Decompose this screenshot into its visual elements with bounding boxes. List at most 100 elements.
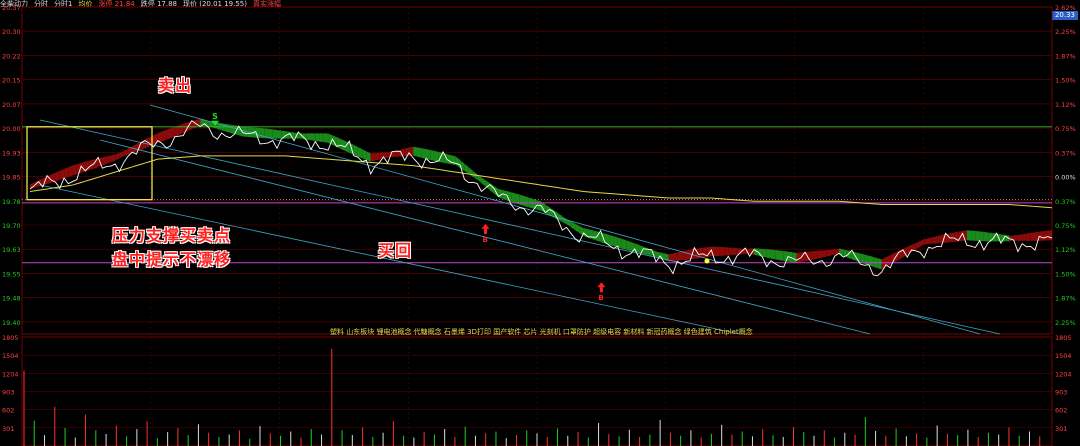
trend-ribbon-segment bbox=[1039, 231, 1044, 241]
trend-ribbon-segment bbox=[311, 133, 316, 141]
trend-ribbon-segment bbox=[434, 150, 439, 162]
trend-ribbon-segment bbox=[106, 155, 111, 164]
y-tick-left: 19.78 bbox=[2, 198, 21, 206]
trend-ribbon-segment bbox=[868, 255, 874, 267]
trend-ribbon-segment bbox=[592, 230, 597, 241]
trend-ribbon-segment bbox=[408, 146, 414, 156]
y-tick-left: 20.37 bbox=[2, 4, 21, 12]
trend-ribbon-segment bbox=[276, 130, 282, 139]
sell-annotation: 卖出 bbox=[158, 76, 193, 95]
concept-list: 塑料 山东板块 锂电池概念 代糖概念 石墨烯 3D打印 国产软件 芯片 光刻机 … bbox=[330, 328, 753, 336]
average-price-line bbox=[29, 155, 1053, 209]
trend-ribbon-segment bbox=[225, 123, 231, 133]
trend-ribbon-segment bbox=[626, 240, 631, 251]
trend-ribbon-segment bbox=[702, 247, 708, 258]
trend-ribbon-segment bbox=[766, 249, 771, 259]
volume-tick-left: 1204 bbox=[2, 370, 19, 378]
trend-ribbon-segment bbox=[630, 241, 635, 252]
trend-ribbon-segment bbox=[1026, 233, 1031, 241]
trend-ribbon-segment bbox=[328, 133, 333, 145]
trend-ribbon-segment bbox=[404, 147, 409, 157]
trend-ribbon-segment bbox=[1043, 230, 1048, 241]
trend-ribbon-segment bbox=[779, 250, 784, 261]
trend-ribbon-segment bbox=[323, 133, 329, 143]
trend-ribbon-segment bbox=[523, 195, 529, 208]
trend-ribbon-segment bbox=[813, 250, 818, 260]
trend-ribbon-segment bbox=[945, 233, 950, 243]
trend-ribbon-segment bbox=[1017, 234, 1023, 241]
trend-ribbon-segment bbox=[877, 258, 882, 270]
y-tick-right: 1.12% bbox=[1055, 101, 1076, 109]
y-tick-left: 19.55 bbox=[2, 270, 21, 278]
trend-ribbon-segment bbox=[319, 133, 324, 143]
trend-ribbon-segment bbox=[447, 154, 452, 165]
trend-ribbon-segment bbox=[613, 236, 618, 248]
y-tick-right: 0.37% bbox=[1055, 149, 1076, 157]
trend-ribbon-segment bbox=[817, 250, 823, 259]
trend-ribbon-segment bbox=[919, 239, 925, 247]
y-tick-right: 0.75% bbox=[1055, 222, 1076, 230]
volume-tick-right: 301 bbox=[1055, 425, 1067, 433]
trend-ribbon-segment bbox=[1013, 235, 1018, 241]
trend-ribbon-segment bbox=[830, 249, 835, 256]
trend-ribbon-segment bbox=[975, 231, 980, 242]
trend-ribbon-segment bbox=[370, 153, 375, 162]
y-tick-right: 1.12% bbox=[1055, 246, 1076, 254]
trend-ribbon-segment bbox=[336, 137, 341, 149]
trend-ribbon-segment bbox=[451, 155, 456, 166]
trend-ribbon-segment bbox=[272, 129, 277, 139]
trend-ribbon-segment bbox=[102, 156, 107, 166]
trend-ribbon-segment bbox=[426, 149, 431, 160]
trend-ribbon-segment bbox=[860, 253, 865, 264]
trend-ribbon-segment bbox=[715, 246, 720, 257]
volume-tick-left: 301 bbox=[2, 425, 14, 433]
trend-ribbon-segment bbox=[728, 247, 733, 256]
trend-ribbon-segment bbox=[481, 177, 486, 187]
trend-ribbon-segment bbox=[511, 192, 516, 204]
y-tick-right: 1.50% bbox=[1055, 77, 1076, 85]
trend-ribbon-segment bbox=[673, 252, 678, 262]
trend-ribbon-segment bbox=[374, 152, 380, 161]
volume-tick-right: 1204 bbox=[1055, 370, 1072, 378]
y-tick-left: 19.63 bbox=[2, 246, 21, 254]
y-tick-left: 20.22 bbox=[2, 52, 21, 60]
price-pane-frame bbox=[21, 6, 1053, 335]
buy-marker-icon bbox=[597, 282, 606, 288]
y-tick-right: 2.62% bbox=[1055, 4, 1076, 12]
volume-tick-left: 903 bbox=[2, 388, 14, 396]
trend-ribbon-segment bbox=[72, 164, 77, 176]
y-tick-left: 19.85 bbox=[2, 174, 21, 182]
trend-ribbon-segment bbox=[783, 251, 788, 262]
trend-ribbon-segment bbox=[366, 151, 371, 162]
y-tick-left: 20.00 bbox=[2, 125, 21, 133]
trend-ribbon-segment bbox=[928, 237, 933, 245]
volume-tick-right: 602 bbox=[1055, 407, 1067, 415]
y-tick-right: 0.00% bbox=[1055, 174, 1076, 182]
trend-ribbon-segment bbox=[519, 194, 524, 206]
trend-ribbon-segment bbox=[315, 133, 320, 142]
trend-ribbon-segment bbox=[724, 247, 729, 256]
trend-ribbon-segment bbox=[983, 232, 989, 242]
trend-ribbon-segment bbox=[179, 123, 184, 135]
sell-marker-label: S bbox=[212, 112, 218, 121]
trend-ribbon-segment bbox=[55, 170, 60, 182]
y-tick-left: 20.15 bbox=[2, 77, 21, 85]
trend-ribbon-segment bbox=[775, 249, 780, 261]
trend-ribbon-segment bbox=[562, 216, 567, 225]
volume-tick-left: 602 bbox=[2, 407, 14, 415]
trend-ribbon-segment bbox=[413, 146, 418, 157]
trend-ribbon-segment bbox=[162, 129, 167, 142]
y-tick-left: 20.07 bbox=[2, 101, 21, 109]
volume-tick-right: 1504 bbox=[1055, 352, 1072, 360]
y-tick-right: 1.87% bbox=[1055, 52, 1076, 60]
buy-marker-label: B bbox=[483, 236, 488, 244]
pressure-annotation-line1: 压力支撑买卖点 bbox=[112, 226, 232, 245]
trend-ribbon-segment bbox=[570, 221, 576, 230]
trend-ribbon-segment bbox=[455, 156, 461, 169]
trend-ribbon-segment bbox=[68, 165, 73, 178]
pressure-annotation-line2: 盘中提示不漂移 bbox=[112, 250, 232, 269]
trend-ribbon-segment bbox=[796, 252, 801, 263]
trend-ribbon-segment bbox=[1047, 230, 1052, 241]
buy-marker-stem bbox=[599, 287, 603, 293]
trend-ribbon-segment bbox=[1022, 233, 1027, 241]
